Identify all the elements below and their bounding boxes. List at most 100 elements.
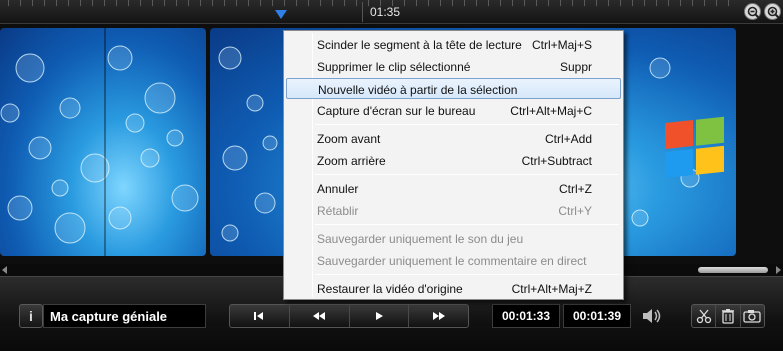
bubbles-thumbnail-image (0, 28, 199, 256)
zoom-in-button[interactable] (764, 3, 781, 20)
ruler-tick (368, 0, 369, 6)
volume-button[interactable] (641, 307, 663, 325)
scrollbar-thumb[interactable] (698, 267, 768, 273)
ruler-tick (44, 0, 45, 6)
delete-button[interactable] (716, 305, 741, 327)
menu-item-zoom-in[interactable]: Zoom avant Ctrl+Add (286, 128, 621, 149)
info-button[interactable]: i (19, 304, 43, 328)
ruler-tick (68, 0, 69, 6)
ruler-tick (440, 0, 441, 6)
menu-separator (315, 274, 619, 275)
menu-item-split-segment[interactable]: Scinder le segment à la tête de lecture … (286, 34, 621, 55)
ruler-tick (200, 0, 201, 6)
menu-item-label: Zoom arrière (317, 154, 386, 168)
rewind-button[interactable] (290, 305, 350, 327)
start-time-display[interactable]: 00:01:33 (492, 304, 560, 328)
ruler-tick (224, 0, 225, 6)
ruler-tick (116, 0, 117, 6)
menu-item-label: Sauvegarder uniquement le commentaire en… (317, 254, 587, 268)
ruler-tick (428, 0, 429, 6)
ruler-tick (356, 0, 357, 6)
ruler-tick (260, 0, 261, 6)
ruler-tick (320, 0, 321, 6)
ruler-tick (56, 0, 57, 6)
scroll-right-arrow-icon[interactable] (776, 266, 781, 274)
menu-item-shortcut: Ctrl+Alt+Maj+C (510, 104, 592, 118)
camera-icon (743, 310, 761, 323)
fast-forward-icon (432, 312, 445, 320)
ruler-tick (32, 0, 33, 6)
menu-item-shortcut: Ctrl+Z (559, 182, 592, 196)
ruler-tick (716, 0, 717, 6)
zoom-out-button[interactable] (744, 3, 761, 20)
trash-icon (721, 309, 734, 324)
scroll-left-arrow-icon[interactable] (2, 266, 7, 274)
ruler-tick (248, 0, 249, 6)
ruler-tick (128, 0, 129, 6)
menu-item-label: Sauvegarder uniquement le son du jeu (317, 232, 524, 246)
video-thumbnail[interactable] (0, 28, 206, 256)
ruler-tick (644, 0, 645, 6)
ruler-tick (548, 0, 549, 6)
scissors-icon (696, 309, 711, 324)
speaker-icon (643, 309, 661, 323)
ruler-tick (632, 0, 633, 6)
ruler-tick (92, 0, 93, 6)
ruler-tick (20, 0, 21, 6)
ruler-tick (104, 0, 105, 6)
menu-item-label: Capture d'écran sur le bureau (317, 104, 476, 118)
menu-item-desktop-screenshot[interactable]: Capture d'écran sur le bureau Ctrl+Alt+M… (286, 100, 621, 121)
skip-to-start-icon (254, 312, 264, 320)
zoom-out-icon (747, 6, 760, 19)
ruler-tick (488, 0, 489, 6)
ruler-tick (452, 0, 453, 6)
ruler-tick (308, 0, 309, 6)
fast-forward-button[interactable] (409, 305, 468, 327)
ruler-tick (572, 0, 573, 6)
ruler-tick (656, 0, 657, 6)
ruler-tick (692, 0, 693, 6)
video-title-field[interactable]: Ma capture géniale (43, 304, 206, 328)
time-divider (362, 2, 363, 22)
ruler-tick (584, 0, 585, 6)
ruler-tick (284, 0, 285, 6)
ruler-tick (560, 0, 561, 6)
ruler-tick (596, 0, 597, 6)
zoom-in-icon (767, 6, 780, 19)
playhead-marker[interactable] (275, 10, 287, 19)
play-button[interactable] (350, 305, 410, 327)
ruler-tick (500, 0, 501, 6)
ruler-tick (704, 0, 705, 6)
split-button[interactable] (692, 305, 717, 327)
transport-controls (229, 304, 469, 328)
ruler-tick (152, 0, 153, 6)
menu-item-label: Scinder le segment à la tête de lecture (317, 38, 522, 52)
skip-to-start-button[interactable] (230, 305, 290, 327)
ruler-tick (236, 0, 237, 6)
ruler-tick (332, 0, 333, 6)
menu-item-label: Supprimer le clip sélectionné (317, 60, 471, 74)
menu-item-restore-original[interactable]: Restaurer la vidéo d'origine Ctrl+Alt+Ma… (286, 278, 621, 299)
menu-item-undo[interactable]: Annuler Ctrl+Z (286, 178, 621, 199)
ruler-tick (608, 0, 609, 6)
ruler-tick (140, 0, 141, 6)
timeline-ruler[interactable]: 01:35 (0, 0, 783, 24)
ruler-tick (80, 0, 81, 6)
menu-item-shortcut: Suppr (559, 60, 592, 74)
menu-item-save-game-audio: Sauvegarder uniquement le son du jeu (286, 228, 621, 249)
end-time-display[interactable]: 00:01:39 (563, 304, 631, 328)
context-menu: Scinder le segment à la tête de lecture … (283, 30, 624, 300)
ruler-tick (404, 0, 405, 6)
current-time-label: 01:35 (370, 5, 401, 19)
menu-item-label: Annuler (317, 182, 359, 196)
screenshot-button[interactable] (741, 305, 764, 327)
menu-item-label: Zoom avant (317, 132, 381, 146)
ruler-tick (668, 0, 669, 6)
menu-item-redo: Rétablir Ctrl+Y (286, 200, 621, 221)
menu-item-delete-clip[interactable]: Supprimer le clip sélectionné Suppr (286, 56, 621, 77)
ruler-tick (620, 0, 621, 6)
menu-item-label: Restaurer la vidéo d'origine (317, 282, 463, 296)
menu-item-new-video-from-selection[interactable]: Nouvelle vidéo à partir de la sélection (286, 78, 621, 99)
ruler-tick (476, 0, 477, 6)
menu-item-zoom-out[interactable]: Zoom arrière Ctrl+Subtract (286, 150, 621, 171)
